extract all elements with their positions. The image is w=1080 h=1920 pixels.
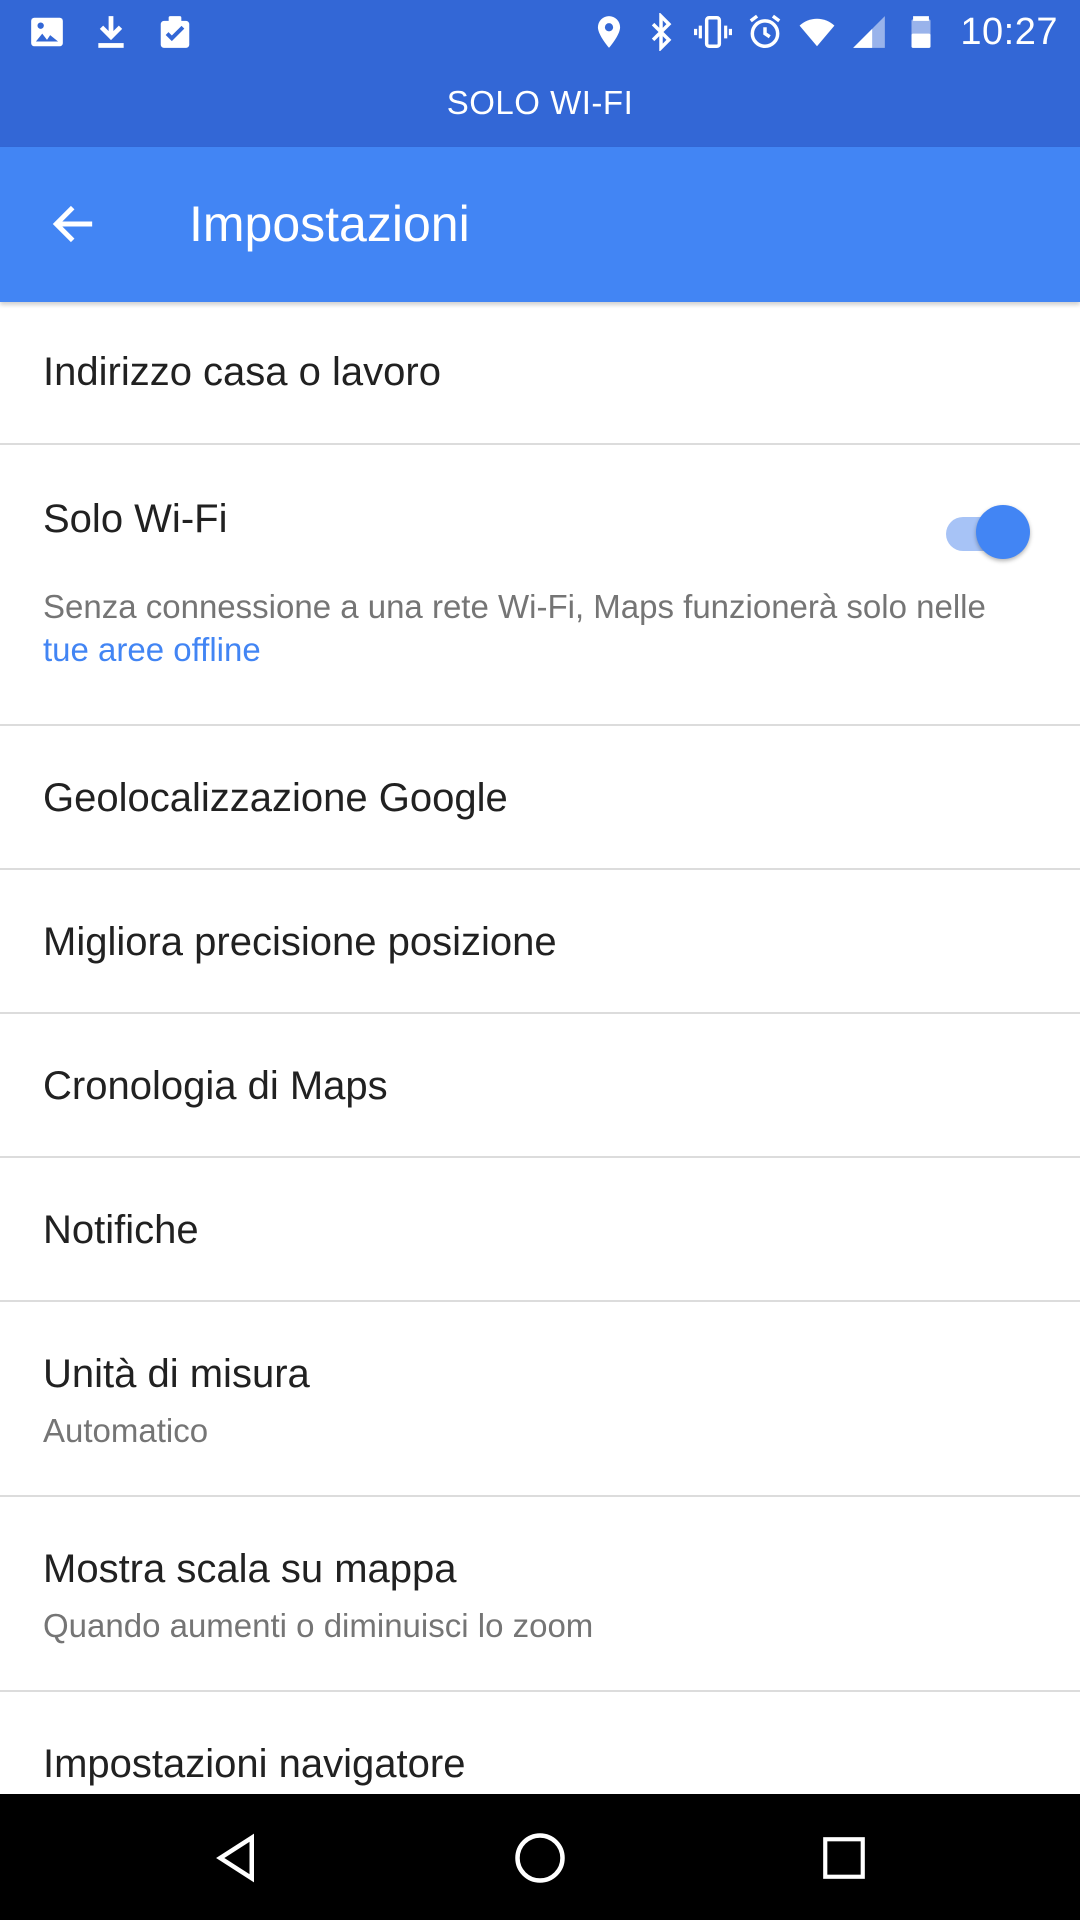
settings-item-title: Geolocalizzazione Google [43, 776, 508, 820]
nav-back-button[interactable] [196, 1818, 276, 1898]
wifi-only-toggle[interactable] [946, 505, 1030, 561]
settings-item-title: Solo Wi-Fi [43, 497, 228, 541]
settings-item-title: Indirizzo casa o lavoro [43, 350, 441, 394]
arrow-back-icon [52, 205, 93, 243]
clipboard-check-icon [156, 13, 194, 51]
battery-icon [902, 13, 940, 51]
settings-item-subtitle: Quando aumenti o diminuisci lo zoom [43, 1607, 594, 1644]
settings-item-location-accuracy[interactable]: Migliora precisione posizione [0, 870, 1080, 1014]
nav-recents-button[interactable] [804, 1818, 884, 1898]
offline-mode-banner: SOLO WI-FI [446, 84, 634, 121]
settings-item-units[interactable]: Unità di misura Automatico [0, 1302, 1080, 1497]
bluetooth-icon [642, 13, 680, 51]
signal-icon [850, 13, 888, 51]
vibrate-icon [694, 13, 733, 51]
back-triangle-icon [216, 1833, 254, 1883]
wifi-only-description: Senza connessione a una rete Wi-Fi, Maps… [43, 585, 1000, 671]
status-time: 10:27 [960, 10, 1058, 53]
settings-item-title: Cronologia di Maps [43, 1064, 388, 1108]
navigation-bar [0, 1794, 1080, 1920]
settings-item-google-location[interactable]: Geolocalizzazione Google [0, 726, 1080, 870]
status-banner-area: 10:27 SOLO WI-FI [0, 0, 1080, 147]
settings-item-map-scale[interactable]: Mostra scala su mappa Quando aumenti o d… [0, 1497, 1080, 1692]
settings-item-maps-history[interactable]: Cronologia di Maps [0, 1014, 1080, 1158]
settings-item-wifi-only[interactable]: Solo Wi-Fi Senza connessione a una rete … [0, 445, 1080, 726]
description-text: Senza connessione a una rete Wi-Fi, Maps… [43, 588, 986, 625]
settings-item-notifications[interactable]: Notifiche [0, 1158, 1080, 1302]
back-button[interactable] [36, 187, 110, 261]
settings-item-title: Mostra scala su mappa [43, 1547, 457, 1591]
settings-item-title: Migliora precisione posizione [43, 920, 557, 964]
alarm-icon [746, 13, 784, 51]
nav-home-button[interactable] [500, 1818, 580, 1898]
settings-item-title: Impostazioni navigatore [43, 1742, 466, 1786]
page-title: Impostazioni [189, 196, 470, 252]
status-bar: 10:27 [0, 0, 1080, 63]
settings-item-subtitle: Automatico [43, 1412, 209, 1449]
location-icon [590, 13, 628, 51]
offline-areas-link[interactable]: tue aree offline [43, 631, 261, 668]
image-icon [28, 13, 66, 51]
settings-item-title: Unità di misura [43, 1352, 310, 1396]
wifi-icon [798, 13, 836, 51]
recents-square-icon [823, 1837, 865, 1879]
app-bar: Impostazioni [0, 147, 1080, 302]
settings-list: Indirizzo casa o lavoro Solo Wi-Fi Senza… [0, 302, 1080, 1836]
settings-item-title: Notifiche [43, 1208, 199, 1252]
toggle-thumb [976, 505, 1030, 559]
home-circle-icon [515, 1833, 565, 1883]
settings-item-home-work[interactable]: Indirizzo casa o lavoro [0, 302, 1080, 445]
download-icon [92, 13, 130, 51]
